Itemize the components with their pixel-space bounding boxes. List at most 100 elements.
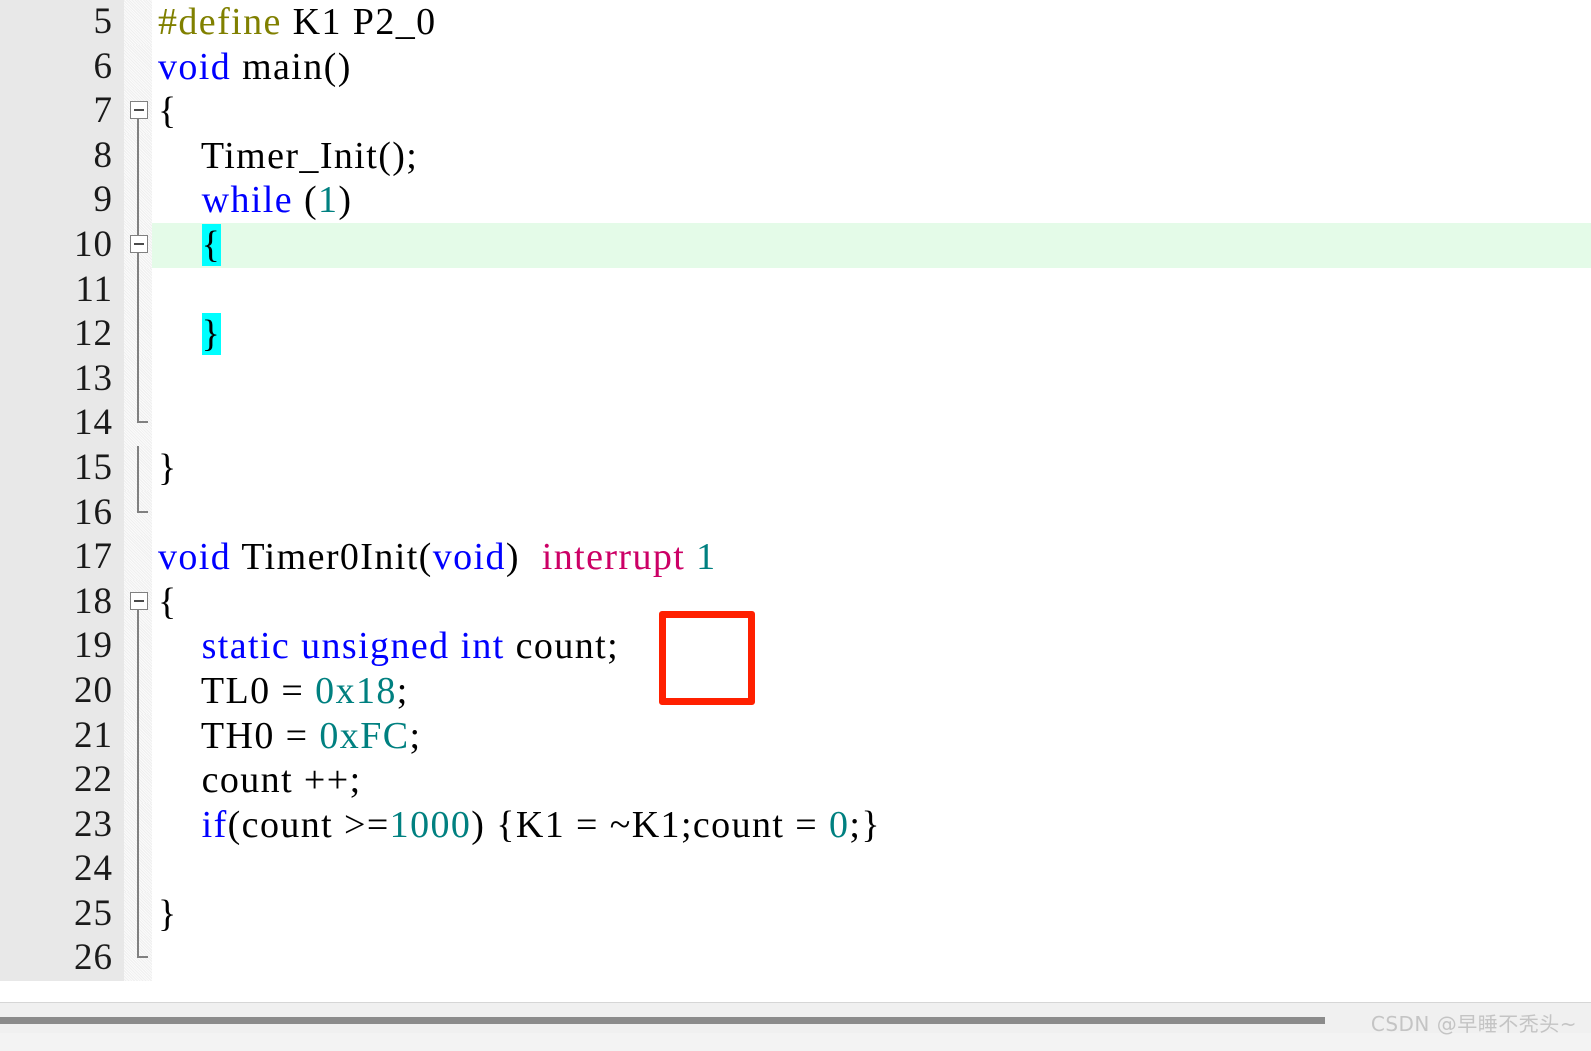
code-line-text[interactable]: #define K1 P2_0 — [152, 0, 1591, 45]
code-token: interrupt — [541, 536, 686, 579]
code-viewport[interactable]: 5 #define K1 P2_0 6 void main() 7{8 Timer_In… — [0, 0, 1591, 1002]
code-line[interactable]: 5 #define K1 P2_0 — [0, 0, 1591, 45]
code-line-text[interactable]: { — [152, 580, 1591, 625]
red-annotation-box — [659, 611, 755, 705]
fold-margin[interactable] — [124, 356, 152, 402]
code-line[interactable]: 8 Timer_Init(); — [0, 133, 1591, 179]
fold-guide-line — [137, 624, 139, 669]
fold-collapse-icon[interactable] — [130, 234, 148, 253]
code-line-text[interactable]: void Timer0Init(void) interrupt 1 — [152, 535, 1591, 580]
code-token: count; — [504, 625, 620, 668]
fold-margin[interactable] — [124, 891, 152, 937]
fold-guide-line — [137, 178, 139, 223]
code-line[interactable]: 22 count ++; — [0, 758, 1591, 803]
line-number: 10 — [0, 222, 124, 268]
code-line-text[interactable]: { — [152, 222, 1591, 268]
code-token: ; — [396, 669, 409, 712]
scrollbar-thumb[interactable] — [0, 1017, 1325, 1024]
fold-margin[interactable] — [124, 668, 152, 714]
fold-margin[interactable] — [124, 802, 152, 848]
code-line-text[interactable] — [152, 268, 1591, 313]
code-line-text[interactable] — [152, 491, 1591, 536]
code-token: } — [158, 892, 178, 935]
code-line-text[interactable] — [152, 401, 1591, 446]
fold-margin[interactable] — [124, 936, 152, 982]
line-number: 7 — [0, 89, 124, 134]
fold-margin[interactable] — [124, 624, 152, 669]
fold-guide-line — [137, 668, 139, 714]
code-line[interactable]: 26 — [0, 936, 1591, 982]
code-line-text[interactable]: } — [152, 892, 1591, 937]
code-line-text[interactable] — [152, 847, 1591, 892]
fold-margin[interactable] — [124, 490, 152, 536]
fold-guide-line — [137, 133, 139, 179]
fold-guide-line — [137, 758, 139, 803]
code-line-text[interactable]: count ++; — [152, 758, 1591, 803]
code-line-text[interactable]: static unsigned int count; — [152, 624, 1591, 669]
code-line[interactable]: 15} — [0, 445, 1591, 491]
fold-margin[interactable] — [124, 133, 152, 179]
code-line-text[interactable] — [152, 936, 1591, 981]
code-line[interactable]: 13 — [0, 356, 1591, 402]
code-line-text[interactable]: } — [152, 312, 1591, 357]
horizontal-scrollbar[interactable] — [0, 1002, 1591, 1034]
fold-margin[interactable] — [124, 401, 152, 446]
code-line-text[interactable]: TH0 = 0xFC; — [152, 714, 1591, 759]
code-line[interactable]: 18 { — [0, 579, 1591, 625]
code-line-text[interactable]: Timer_Init(); — [152, 134, 1591, 179]
line-number: 19 — [0, 624, 124, 669]
code-line[interactable]: 12 } — [0, 312, 1591, 357]
fold-margin[interactable] — [124, 178, 152, 223]
code-line[interactable]: 24 — [0, 847, 1591, 892]
fold-guide-line — [137, 847, 139, 892]
code-line[interactable]: 14 — [0, 401, 1591, 446]
fold-margin[interactable] — [124, 312, 152, 357]
fold-margin[interactable] — [124, 44, 152, 90]
code-line-text[interactable] — [152, 357, 1591, 402]
fold-guide-line — [137, 267, 139, 313]
code-line[interactable]: 23 if(count >=1000) {K1 = ~K1;count = 0;… — [0, 802, 1591, 848]
code-token: Timer_Init(); — [158, 134, 419, 177]
code-line[interactable]: 6 void main() — [0, 44, 1591, 90]
code-line-text[interactable]: void main() — [152, 45, 1591, 90]
code-line-text[interactable]: } — [152, 446, 1591, 491]
fold-margin[interactable] — [124, 267, 152, 313]
fold-margin[interactable] — [124, 758, 152, 803]
line-number: 25 — [0, 891, 124, 937]
code-line[interactable]: 21 TH0 = 0xFC; — [0, 713, 1591, 759]
code-line[interactable]: 11 — [0, 267, 1591, 313]
fold-guide-line — [137, 445, 139, 491]
line-number: 15 — [0, 445, 124, 491]
fold-collapse-icon[interactable] — [130, 591, 148, 610]
code-line[interactable]: 7{ — [0, 89, 1591, 134]
line-number: 20 — [0, 668, 124, 714]
code-line[interactable]: 19 static unsigned int count; — [0, 624, 1591, 669]
fold-margin[interactable] — [124, 445, 152, 491]
fold-margin[interactable] — [124, 847, 152, 892]
code-token: 0 — [828, 803, 850, 846]
code-line[interactable]: 20 TL0 = 0x18; — [0, 668, 1591, 714]
code-line-text[interactable]: while (1) — [152, 178, 1591, 223]
code-line-text[interactable]: if(count >=1000) {K1 = ~K1;count = 0;} — [152, 803, 1591, 848]
fold-margin[interactable] — [124, 535, 152, 580]
line-number: 12 — [0, 312, 124, 357]
fold-margin[interactable] — [124, 713, 152, 759]
code-line[interactable]: 17 void Timer0Init(void) interrupt 1 — [0, 535, 1591, 580]
code-line-text[interactable]: { — [152, 89, 1591, 134]
line-number: 17 — [0, 535, 124, 580]
code-line[interactable]: 9 while (1) — [0, 178, 1591, 223]
code-line[interactable]: 10 { — [0, 222, 1591, 268]
fold-margin[interactable] — [124, 0, 152, 45]
fold-margin[interactable] — [124, 222, 152, 268]
line-number: 5 — [0, 0, 124, 45]
code-lines-container: 5 #define K1 P2_0 6 void main() 7{8 Timer_In… — [0, 0, 1591, 982]
code-line[interactable]: 16 — [0, 490, 1591, 536]
fold-margin[interactable] — [124, 579, 152, 625]
fold-collapse-icon[interactable] — [130, 101, 148, 120]
code-line[interactable]: 25} — [0, 891, 1591, 937]
code-line-text[interactable]: TL0 = 0x18; — [152, 669, 1591, 714]
fold-margin[interactable] — [124, 89, 152, 134]
